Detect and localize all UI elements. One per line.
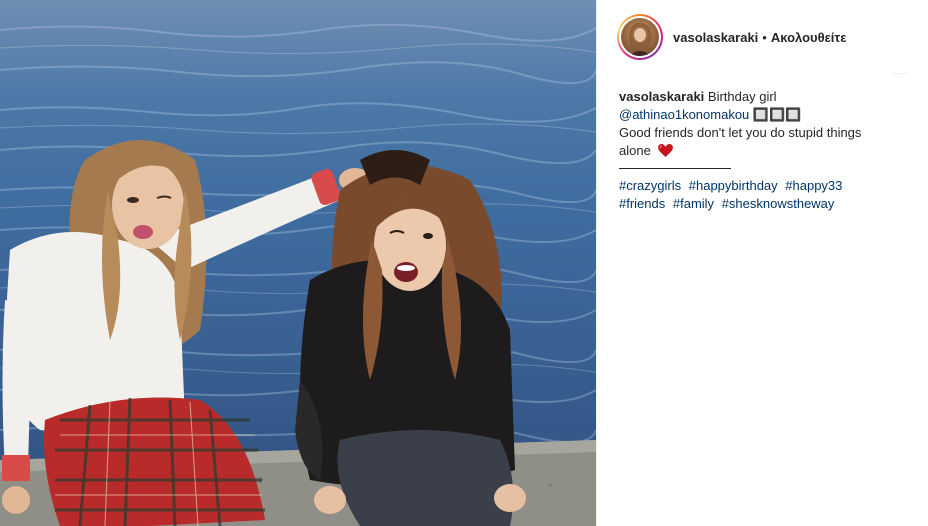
profile-avatar-icon[interactable] [621,18,659,56]
caption-mention[interactable]: @athinao1konomakou [619,107,749,122]
hashtag-link[interactable]: #crazygirls [619,178,681,193]
post-header: vasolaskaraki • Ακολουθείτε [597,0,928,74]
hashtag-link[interactable]: #happy33 [785,178,842,193]
hashtag-link[interactable]: #family [673,196,714,211]
header-divider [893,73,909,74]
hashtag-link[interactable]: #shesknowstheway [722,196,835,211]
header-username[interactable]: vasolaskaraki [673,30,758,45]
post-photo[interactable] [0,0,596,526]
hashtag-link[interactable]: #friends [619,196,665,211]
hashtags-row-2: #friends #family #shesknowstheway [619,195,909,213]
caption-line1: Birthday girl [707,89,777,104]
caption-line4: alone [619,143,651,158]
caption-username[interactable]: vasolaskaraki [619,89,704,104]
heart-icon [658,144,674,157]
story-ring[interactable] [617,14,663,60]
caption-divider [619,168,731,169]
header-text: vasolaskaraki • Ακολουθείτε [673,30,846,45]
post-caption: vasolaskaraki Birthday girl @athinao1kon… [619,88,909,213]
hashtag-link[interactable]: #happybirthday [689,178,778,193]
caption-line3: Good friends don't let you do stupid thi… [619,125,862,140]
header-separator: • [762,29,767,45]
caption-mention-suffix: 🔲🔲🔲 [752,107,802,122]
following-button[interactable]: Ακολουθείτε [771,30,847,45]
photo-illustration [0,23,596,526]
instagram-post: vasolaskaraki • Ακολουθείτε vasolaskarak… [0,0,928,526]
post-side-panel: vasolaskaraki • Ακολουθείτε vasolaskarak… [596,0,928,526]
hashtags-row-1: #crazygirls #happybirthday #happy33 [619,177,909,195]
